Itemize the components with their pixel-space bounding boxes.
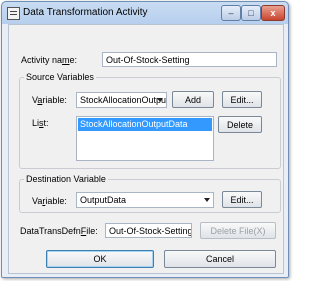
maximize-button[interactable]: □	[241, 5, 261, 21]
destination-variable-value: OutputData	[80, 195, 127, 205]
destination-variable-label: Variable:	[32, 196, 67, 206]
minimize-icon: –	[228, 8, 234, 18]
source-variable-select[interactable]: StockAllocationOutput	[76, 92, 167, 108]
window-title: Data Transformation Activity	[23, 7, 148, 18]
dialog-window: Data Transformation Activity – □ x Activ…	[1, 1, 289, 278]
delete-button-label: Delete	[226, 119, 253, 130]
close-icon: x	[270, 8, 276, 18]
data-trans-defn-file-input[interactable]: Out-Of-Stock-Setting	[105, 223, 192, 238]
source-list-label: List:	[32, 118, 49, 128]
source-variable-list[interactable]: StockAllocationOutputData	[76, 116, 214, 161]
destination-edit-button[interactable]: Edit...	[222, 191, 262, 208]
activity-name-input[interactable]: Out-Of-Stock-Setting	[102, 52, 277, 67]
cancel-button[interactable]: Cancel	[164, 250, 276, 268]
destination-variable-select[interactable]: OutputData	[76, 192, 214, 208]
title-bar[interactable]: Data Transformation Activity – □ x	[2, 2, 288, 24]
dialog-body: Activity name: Out-Of-Stock-Setting Sour…	[8, 24, 284, 274]
source-variable-label: Variable:	[32, 95, 67, 105]
delete-file-button-label: Delete File(X)	[210, 225, 266, 236]
destination-edit-button-label: Edit...	[230, 194, 254, 205]
ok-button-label: OK	[93, 254, 107, 264]
chevron-down-icon	[157, 98, 163, 102]
close-button[interactable]: x	[261, 5, 285, 21]
destination-variable-title: Destination Variable	[24, 173, 108, 185]
source-variable-value: StockAllocationOutput	[80, 95, 167, 105]
source-variables-title: Source Variables	[24, 71, 96, 83]
source-edit-button-label: Edit...	[230, 94, 254, 105]
app-icon	[7, 7, 20, 20]
delete-file-button[interactable]: Delete File(X)	[200, 222, 276, 239]
ok-button[interactable]: OK	[46, 250, 154, 268]
add-button[interactable]: Add	[172, 91, 214, 108]
add-button-label: Add	[184, 94, 201, 105]
delete-button[interactable]: Delete	[218, 116, 262, 133]
list-item[interactable]: StockAllocationOutputData	[78, 118, 212, 131]
maximize-icon: □	[248, 8, 254, 18]
chevron-down-icon	[204, 198, 210, 202]
data-trans-defn-file-label: DataTransDefnFile:	[20, 226, 98, 236]
cancel-button-label: Cancel	[205, 254, 234, 264]
source-edit-button[interactable]: Edit...	[222, 91, 262, 108]
minimize-button[interactable]: –	[221, 5, 241, 21]
activity-name-label: Activity name:	[21, 55, 78, 65]
